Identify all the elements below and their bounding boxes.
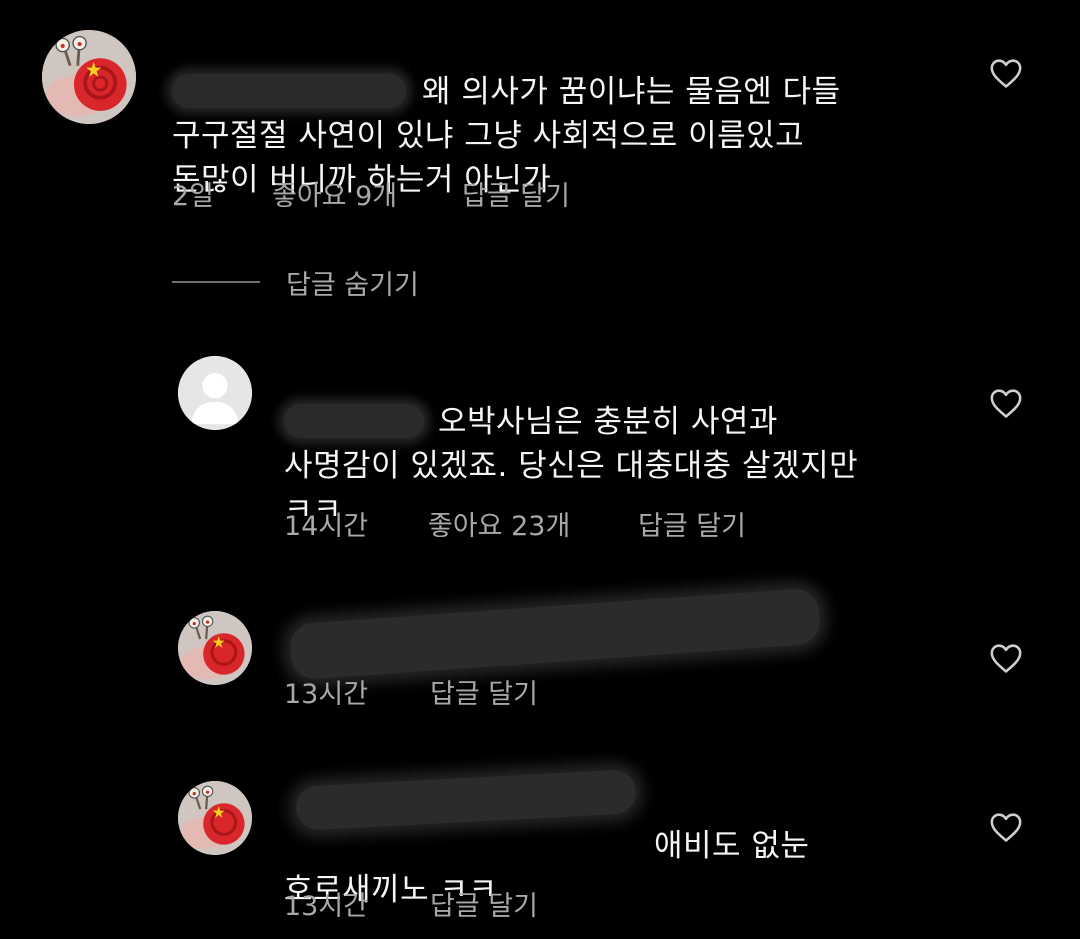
like-button[interactable] [989,811,1023,843]
avatar[interactable] [178,356,252,430]
default-user-icon [178,356,252,430]
heart-outline-icon [990,813,1022,842]
avatar[interactable] [42,30,136,124]
like-button[interactable] [989,387,1023,419]
comment-time: 13시간 [284,891,369,922]
like-button[interactable] [989,642,1023,674]
heart-outline-icon [990,59,1022,88]
avatar[interactable] [178,611,252,685]
redacted-username [172,74,406,108]
avatar[interactable] [178,781,252,855]
comment-time: 13시간 [284,679,369,710]
heart-outline-icon [990,644,1022,673]
reply-button[interactable]: 답글 달기 [462,174,570,213]
reply-button[interactable]: 답글 달기 [430,884,538,923]
comment-time: 2일 [172,181,215,212]
reply-button[interactable]: 답글 달기 [430,672,538,711]
snail-avatar-icon [178,611,252,685]
like-button[interactable] [989,57,1023,89]
comment-time: 14시간 [284,511,369,542]
heart-outline-icon [990,389,1022,418]
like-count[interactable]: 좋아요 23개 [428,504,638,543]
hide-replies-label: 답글 숨기기 [286,269,419,301]
comment-meta: 14시간 좋아요 23개 답글 달기 [284,504,746,543]
redacted-username [284,404,424,438]
like-count[interactable]: 좋아요 9개 [272,174,462,213]
snail-avatar-icon [42,30,136,124]
divider [172,281,260,283]
comment-meta: 2일 좋아요 9개 답글 달기 [172,174,570,213]
comment-meta: 13시간 답글 달기 [284,672,538,711]
redacted-content [288,587,822,681]
snail-avatar-icon [178,781,252,855]
reply-button[interactable]: 답글 달기 [638,504,746,543]
hide-replies-button[interactable]: 답글 숨기기 [172,262,419,302]
comment-meta: 13시간 답글 달기 [284,884,538,923]
